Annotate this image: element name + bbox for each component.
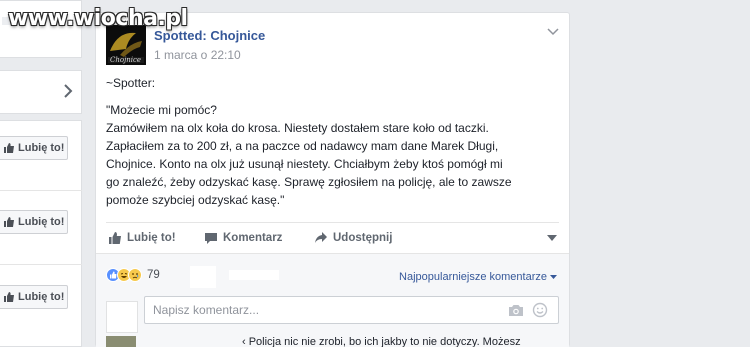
post-body-line: go znaleźć, żeby odzyskać kasę. Sprawę z… <box>106 175 512 189</box>
post-author: ~Spotter: <box>106 76 156 90</box>
sad-icon <box>128 268 142 282</box>
divider <box>0 190 82 191</box>
caret-down-icon <box>550 275 557 279</box>
current-user-avatar <box>106 301 138 333</box>
divider <box>0 264 82 265</box>
comment-sort-dropdown[interactable]: Najpopularniejsze komentarze <box>399 271 557 283</box>
chevron-down-icon[interactable] <box>547 28 559 36</box>
like-page-label: Lubię to! <box>18 142 65 154</box>
commenter-avatar[interactable] <box>106 336 136 347</box>
comment-sort-label: Najpopularniejsze komentarze <box>399 271 547 283</box>
like-page-button-1[interactable]: Lubię to! <box>0 136 68 160</box>
share-label: Udostępnij <box>333 232 393 244</box>
left-suggestions-card: Lubię to! Lubię to! Lubię to! <box>0 120 82 347</box>
like-page-label: Lubię to! <box>18 291 65 303</box>
comment-icon <box>205 233 217 244</box>
emoji-icon[interactable] <box>532 302 548 318</box>
comment-label: Komentarz <box>223 232 283 244</box>
thumbs-up-icon <box>109 232 121 244</box>
comments-section: 79 Najpopularniejsze komentarze ‹ Poli <box>96 253 569 347</box>
page-avatar[interactable]: Chojnice <box>106 25 146 65</box>
thumbs-up-icon <box>4 143 14 153</box>
post-body-line: Zamówiłem na olx koła do krosa. Niestety… <box>106 121 489 135</box>
post-body: "Możecie mi pomóc? Zamówiłem na olx koła… <box>106 101 556 209</box>
comment-input[interactable] <box>145 297 485 323</box>
post-body-line: "Możecie mi pomóc? <box>106 103 217 117</box>
left-column: Lubię to! Lubię to! Lubię to! <box>0 0 84 347</box>
watermark-logo: www.wiocha.pl <box>8 6 188 31</box>
post-timestamp[interactable]: 1 marca o 22:10 <box>154 48 241 62</box>
like-page-label: Lubię to! <box>18 216 65 228</box>
comment-button[interactable]: Komentarz <box>204 231 282 245</box>
reaction-count[interactable]: 79 <box>147 269 160 281</box>
redacted-area <box>229 270 279 280</box>
divider <box>106 222 559 223</box>
post-body-line: Zapłaciłem za to 200 zł, a na paczce od … <box>106 139 499 153</box>
page-avatar-label: Chojnice <box>110 56 142 64</box>
thumbs-up-icon <box>4 217 14 227</box>
camera-icon[interactable] <box>508 303 524 317</box>
post-body-line: pomoże szybciej odzyskać kasę." <box>106 193 285 207</box>
post-card: Chojnice Spotted: Chojnice 1 marca o 22:… <box>95 12 570 347</box>
like-label: Lubię to! <box>127 232 176 244</box>
thumbs-up-icon <box>4 292 14 302</box>
chevron-right-icon[interactable] <box>63 83 73 99</box>
comment-preview: ‹ Policja nic nie zrobi, bo ich jakby to… <box>242 336 521 347</box>
share-button[interactable]: Udostępnij <box>314 231 392 245</box>
like-page-button-3[interactable]: Lubię to! <box>0 285 68 309</box>
redacted-area <box>190 266 216 288</box>
left-nav-card[interactable] <box>0 70 82 114</box>
like-page-button-2[interactable]: Lubię to! <box>0 210 68 234</box>
like-button[interactable]: Lubię to! <box>108 231 176 245</box>
comment-box[interactable] <box>144 296 559 324</box>
share-icon <box>315 232 327 243</box>
reactions-summary[interactable]: 79 <box>106 268 160 282</box>
post-body-line: Chojnice. Konto na olx już usunął nieste… <box>106 157 503 171</box>
caret-down-icon[interactable] <box>547 235 557 241</box>
